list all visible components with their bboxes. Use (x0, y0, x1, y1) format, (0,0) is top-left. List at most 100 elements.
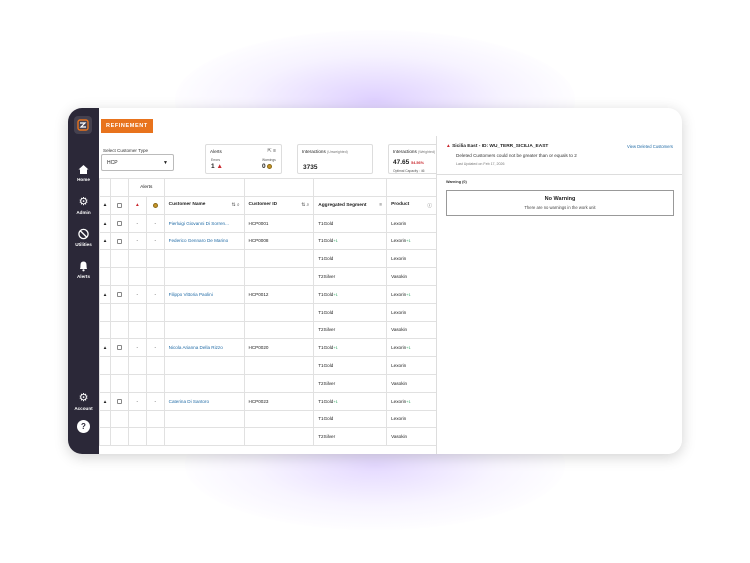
product-cell: Vasokin (386, 320, 437, 340)
table-row[interactable]: ▲ - - Nicola Arianna Della Rizzo HCP0020 T1Go… (99, 338, 437, 358)
row-warning-count: - (145, 391, 165, 411)
row-checkbox[interactable] (109, 391, 129, 411)
customer-name-link (163, 249, 245, 269)
segment-cell: T1Gold+1 (313, 231, 388, 251)
customer-name-link (163, 409, 245, 429)
product-value: Lexorin (391, 398, 407, 404)
row-expand-caret[interactable]: ▲ (99, 338, 111, 358)
row-expand-caret (99, 409, 111, 429)
nav-alerts[interactable]: Alerts (68, 260, 99, 279)
table-row[interactable]: T2Silver Vasokin (99, 427, 437, 447)
nav-home-label: Home (77, 177, 90, 182)
customer-name-header[interactable]: Customer Name ⇅ ⌕ (163, 196, 245, 215)
panel-divider (437, 174, 682, 175)
unweighted-qualifier: (Unweighted) (327, 150, 348, 154)
row-error-count: - (127, 338, 147, 358)
table-row[interactable]: T1Gold Lexorin (99, 302, 437, 322)
alerts-group-header: Alerts (127, 178, 165, 197)
customer-type-select[interactable]: HCP ▼ (101, 154, 174, 171)
alerts-card-title: Alerts (210, 149, 222, 154)
help-button[interactable]: ? (77, 420, 90, 433)
alerts-card-actions[interactable]: ⇱ ≡ (267, 148, 276, 154)
row-expand-caret (99, 302, 111, 322)
table-row[interactable]: T1Gold Lexorin (99, 249, 437, 269)
product-cell: Lexorin+1 (386, 338, 437, 358)
product-value: Vasokin (391, 274, 408, 280)
row-checkbox[interactable] (109, 213, 129, 233)
customer-name-link (163, 427, 245, 447)
filter-icon[interactable]: ≡ (273, 148, 276, 154)
row-error-count: - (127, 213, 147, 233)
segment-value: T1Gold (318, 345, 334, 351)
segment-cell: T1Gold (313, 249, 388, 269)
segment-value: T1Gold (318, 398, 334, 404)
table-row[interactable]: T2Silver Vasokin (99, 267, 437, 286)
product-value: Lexorin (391, 363, 407, 369)
tab-refinement[interactable]: REFINEMENT (101, 119, 153, 133)
panel-message: Deleted Customers could not be greater t… (456, 153, 577, 158)
segment-filter-icon[interactable]: ≡ (379, 203, 382, 208)
row-checkbox[interactable] (109, 284, 129, 304)
app-window: Home ⚙ Admin Utilities Alerts ⚙ Account … (68, 108, 682, 454)
customer-type-label: Select Customer Type (103, 148, 149, 153)
product-cell: Lexorin (386, 302, 437, 322)
customer-name-link[interactable]: Federico Gennaro De Marino (163, 231, 245, 251)
header-spacer-6 (386, 178, 437, 197)
table-row[interactable]: ▲ - - Filippo Vittoria Paolini HCP0012 T1Gold… (99, 284, 437, 304)
customer-name-link (163, 373, 245, 393)
table-row[interactable]: T1Gold Lexorin (99, 356, 437, 375)
row-checkbox[interactable] (109, 338, 129, 358)
table-body: ▲ - - Pierluigi Giovanni Di Sorren... HCP000… (99, 213, 437, 447)
row-expand-caret[interactable]: ▲ (99, 391, 111, 411)
product-value: Lexorin (391, 345, 407, 351)
sort-search-icons[interactable]: ⇅ ⌕ (232, 202, 240, 208)
table-row[interactable]: T2Silver Vasokin (99, 373, 437, 393)
customer-name-link[interactable]: Pierluigi Giovanni Di Sorren... (163, 213, 245, 233)
customer-name-link[interactable]: Nicola Arianna Della Rizzo (163, 338, 245, 358)
info-icon[interactable]: ⓘ (427, 202, 432, 209)
view-deleted-link[interactable]: View Deleted Customers (627, 144, 673, 149)
nav-home[interactable]: Home (68, 164, 99, 182)
segment-value: T2Silver (318, 274, 336, 280)
customer-id (243, 249, 315, 269)
bell-icon (80, 261, 87, 272)
table-row[interactable]: T2Silver Vasokin (99, 320, 437, 340)
customer-name-link (163, 356, 245, 375)
interactions-unweighted-card: Interactions (Unweighted) 3735 (297, 144, 373, 174)
customer-id (243, 267, 315, 286)
nav-account[interactable]: ⚙ Account (68, 392, 99, 411)
product-cell: Lexorin+1 (386, 391, 437, 411)
table-row[interactable]: ▲ - - Caterina Di Santoro HCP0023 T1Gold+1 Lex… (99, 391, 437, 411)
product-value: Vasokin (391, 380, 408, 386)
table-row[interactable]: ▲ - - Federico Gennaro De Marino HCP0008 T1Go… (99, 231, 437, 251)
error-column-icon: ▲ (127, 196, 147, 215)
app-logo[interactable] (74, 116, 92, 134)
table-row[interactable]: T1Gold Lexorin (99, 409, 437, 429)
customer-name-link[interactable]: Filippo Vittoria Paolini (163, 284, 245, 304)
customer-name-link[interactable]: Caterina Di Santoro (163, 391, 245, 411)
segment-cell: T1Gold (313, 213, 388, 233)
row-expand-caret[interactable]: ▲ (99, 213, 111, 233)
row-checkbox (109, 373, 129, 393)
product-header[interactable]: Product ⓘ (386, 196, 437, 215)
customer-id-header[interactable]: Customer ID ⇅ ⌕ (243, 196, 315, 215)
row-checkbox (109, 409, 129, 429)
error-triangle-icon: ▲ (216, 163, 223, 170)
customer-id (243, 302, 315, 322)
row-expand-caret[interactable]: ▲ (99, 284, 111, 304)
segment-cell: T2Silver (313, 373, 388, 393)
nav-admin[interactable]: ⚙ Admin (68, 196, 99, 215)
product-value: Lexorin (391, 309, 407, 315)
table-row[interactable]: ▲ - - Pierluigi Giovanni Di Sorren... HCP000… (99, 213, 437, 233)
select-all-checkbox[interactable] (109, 196, 129, 215)
customer-id (243, 409, 315, 429)
warnings-label: Warnings (262, 158, 276, 162)
export-icon[interactable]: ⇱ (267, 148, 271, 154)
row-checkbox[interactable] (109, 231, 129, 251)
row-expand-caret[interactable]: ▲ (99, 231, 111, 251)
segment-header[interactable]: Aggregated Segment ≡ (313, 196, 388, 215)
nav-utilities[interactable]: Utilities (68, 228, 99, 247)
customer-id (243, 356, 315, 375)
id-sort-search-icons[interactable]: ⇅ ⌕ (301, 202, 309, 208)
expand-all-caret[interactable]: ▲ (99, 196, 111, 215)
